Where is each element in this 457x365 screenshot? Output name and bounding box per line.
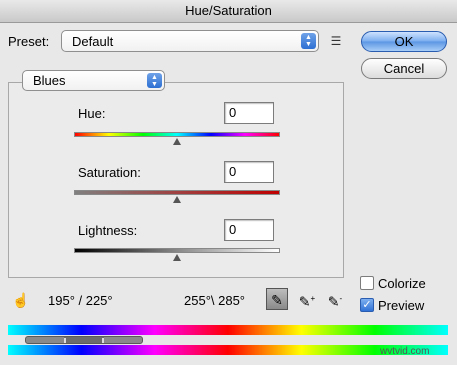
hue-label: Hue: (78, 106, 106, 121)
ok-button[interactable]: OK (361, 31, 447, 52)
watermark: wvtvid.com (380, 346, 430, 357)
preset-select[interactable]: Default ▲ ▼ (61, 30, 319, 52)
window-title: Hue/Saturation (0, 0, 457, 23)
hand-adjust-icon[interactable]: ☝ (10, 289, 32, 311)
preset-label: Preset: (8, 34, 50, 49)
saturation-input[interactable]: 0 (224, 161, 274, 183)
color-range-slider[interactable] (25, 336, 143, 344)
preview-checkbox[interactable]: ✓ (360, 298, 374, 312)
chevron-updown-icon: ▲ ▼ (301, 33, 316, 49)
channel-select[interactable]: Blues ▲ ▼ (22, 70, 165, 91)
range-handle-right[interactable] (102, 338, 104, 343)
source-color-bar (8, 325, 448, 335)
eyedropper-minus-icon[interactable]: ✎- (324, 288, 346, 310)
lightness-slider-thumb[interactable] (173, 254, 181, 261)
range-handle-left[interactable] (64, 338, 66, 343)
channel-value: Blues (33, 73, 66, 88)
range-right-values: 255°\ 285° (184, 293, 246, 308)
hue-slider-thumb[interactable] (173, 138, 181, 145)
preset-value: Default (72, 34, 114, 49)
lightness-slider-track[interactable] (74, 248, 280, 253)
list-menu-icon[interactable]: ☰ (326, 31, 346, 51)
colorize-checkbox[interactable] (360, 276, 374, 290)
hue-input[interactable]: 0 (224, 102, 274, 124)
eyedropper-plus-icon[interactable]: ✎+ (296, 288, 318, 310)
chevron-updown-icon: ▲ ▼ (147, 73, 162, 88)
lightness-input[interactable]: 0 (224, 219, 274, 241)
preview-label: Preview (378, 298, 425, 313)
saturation-label: Saturation: (78, 165, 141, 180)
color-range-core[interactable] (64, 337, 104, 343)
colorize-label: Colorize (378, 276, 426, 291)
saturation-slider-track[interactable] (74, 190, 280, 195)
lightness-label: Lightness: (78, 223, 138, 238)
range-left-values: 195° / 225° (48, 293, 113, 308)
saturation-slider-thumb[interactable] (173, 196, 181, 203)
hue-slider-track[interactable] (74, 132, 280, 137)
eyedropper-icon[interactable]: ✎ (266, 288, 288, 310)
cancel-button[interactable]: Cancel (361, 58, 447, 79)
